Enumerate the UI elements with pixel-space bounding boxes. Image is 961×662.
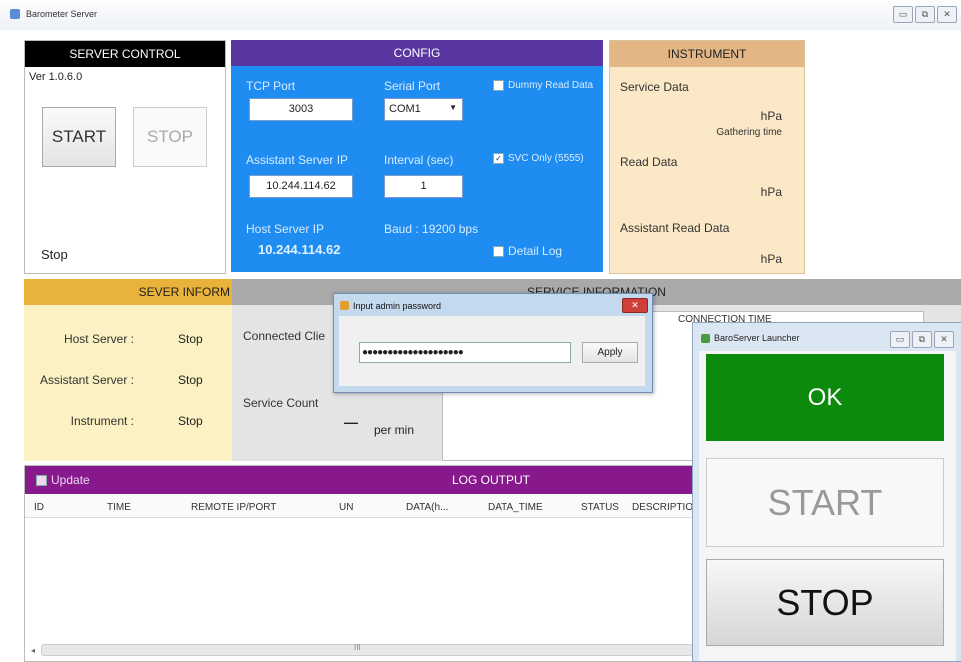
app-icon bbox=[10, 9, 20, 19]
service-count-value: — bbox=[344, 414, 358, 430]
window-title: Barometer Server bbox=[26, 9, 98, 19]
launcher-title: BaroServer Launcher bbox=[714, 333, 800, 343]
update-label: Update bbox=[51, 473, 90, 487]
dummy-read-checkbox[interactable]: Dummy Read Data bbox=[493, 80, 593, 91]
interval-input[interactable]: 1 bbox=[384, 175, 463, 198]
svc-only-label: SVC Only (5555) bbox=[508, 153, 584, 165]
assistant-server-label: Assistant Server : bbox=[39, 373, 134, 387]
service-count-label: Service Count bbox=[243, 396, 319, 410]
window-controls: ▭ ⧉ ✕ bbox=[893, 6, 957, 23]
instrument-status: Stop bbox=[178, 414, 203, 428]
instrument-header: INSTRUMENT bbox=[610, 41, 804, 67]
minimize-button[interactable]: ▭ bbox=[893, 6, 913, 23]
assistant-ip-label: Assistant Server IP bbox=[246, 153, 349, 167]
interval-label: Interval (sec) bbox=[384, 153, 454, 167]
serial-port-select[interactable]: COM1 ▼ bbox=[384, 98, 463, 121]
ok-button[interactable]: OK bbox=[706, 354, 944, 441]
log-output-title: LOG OUTPUT bbox=[452, 473, 531, 487]
checkbox-box bbox=[493, 246, 504, 258]
serial-port-value: COM1 bbox=[389, 103, 421, 115]
assistant-server-status: Stop bbox=[178, 373, 203, 387]
start-button[interactable]: START bbox=[42, 107, 116, 167]
log-column-data-time[interactable]: DATA_TIME bbox=[488, 502, 543, 513]
read-data-unit: hPa bbox=[760, 185, 782, 199]
gathering-time-label: Gathering time bbox=[716, 127, 782, 138]
update-checkbox[interactable]: Update bbox=[36, 473, 90, 487]
log-column-un[interactable]: UN bbox=[339, 502, 353, 513]
close-button[interactable]: ✕ bbox=[934, 331, 954, 348]
log-column-data[interactable]: DATA(h... bbox=[406, 502, 448, 513]
log-column-status[interactable]: STATUS bbox=[581, 502, 619, 513]
serial-port-label: Serial Port bbox=[384, 79, 441, 93]
server-info-header: SEVER INFORM bbox=[24, 279, 232, 305]
server-control-panel: SERVER CONTROL Ver 1.0.6.0 START STOP St… bbox=[24, 40, 226, 274]
detail-log-checkbox[interactable]: Detail Log bbox=[493, 244, 562, 258]
per-min-label: per min bbox=[374, 423, 415, 437]
server-info-header-text: SEVER INFORM bbox=[138, 285, 230, 299]
horizontal-scrollbar[interactable]: III bbox=[41, 643, 693, 656]
apply-button[interactable]: Apply bbox=[582, 342, 638, 363]
instrument-panel: INSTRUMENT Service Data hPa Gathering ti… bbox=[609, 40, 805, 274]
assistant-read-unit: hPa bbox=[760, 252, 782, 266]
restore-button[interactable]: ⧉ bbox=[915, 6, 935, 23]
detail-log-label: Detail Log bbox=[508, 244, 563, 258]
scroll-left-icon[interactable]: ◂ bbox=[31, 646, 35, 655]
service-data-label: Service Data bbox=[620, 80, 689, 94]
chevron-down-icon: ▼ bbox=[449, 103, 457, 112]
host-server-status: Stop bbox=[178, 332, 203, 346]
host-server-label: Host Server : bbox=[63, 332, 134, 346]
svc-only-checkbox[interactable]: ✓ SVC Only (5555) bbox=[493, 153, 584, 164]
log-column-id[interactable]: ID bbox=[34, 502, 44, 513]
read-data-label: Read Data bbox=[620, 155, 678, 169]
password-dialog-title: Input admin password bbox=[353, 301, 442, 311]
baud-label: Baud : 19200 bps bbox=[384, 222, 479, 236]
version-label: Ver 1.0.6.0 bbox=[29, 71, 83, 83]
service-data-unit: hPa bbox=[760, 109, 782, 123]
main-titlebar bbox=[0, 0, 961, 30]
host-ip-value: 10.244.114.62 bbox=[258, 242, 341, 257]
server-status-text: Stop bbox=[41, 247, 68, 262]
checkbox-box: ✓ bbox=[493, 153, 504, 164]
password-dialog: Input admin password ✕ ●●●●●●●●●●●●●●●●●… bbox=[333, 293, 653, 393]
connected-clients-label: Connected Clie bbox=[243, 329, 326, 343]
assistant-read-label: Assistant Read Data bbox=[620, 221, 730, 235]
scrollbar-grip: III bbox=[354, 643, 361, 652]
password-input[interactable]: ●●●●●●●●●●●●●●●●●●●● bbox=[359, 342, 571, 363]
minimize-button[interactable]: ▭ bbox=[890, 331, 910, 348]
checkbox-box bbox=[493, 80, 504, 91]
host-ip-label: Host Server IP bbox=[246, 222, 325, 236]
tcp-port-input[interactable]: 3003 bbox=[249, 98, 353, 121]
config-panel: CONFIG TCP Port 3003 Serial Port COM1 ▼ … bbox=[231, 40, 603, 272]
launcher-start-button[interactable]: START bbox=[706, 458, 944, 547]
log-column-time[interactable]: TIME bbox=[107, 502, 131, 513]
log-column-description[interactable]: DESCRIPTIO bbox=[632, 502, 693, 513]
close-button[interactable]: ✕ bbox=[937, 6, 957, 23]
log-column-remote-ip-port[interactable]: REMOTE IP/PORT bbox=[191, 502, 276, 513]
dialog-close-button[interactable]: ✕ bbox=[622, 298, 648, 313]
stop-button[interactable]: STOP bbox=[133, 107, 207, 167]
server-info-panel: SEVER INFORM Host Server : Stop Assistan… bbox=[24, 279, 232, 461]
instrument-label: Instrument : bbox=[70, 414, 134, 428]
checkbox-box bbox=[36, 475, 47, 487]
server-control-header: SERVER CONTROL bbox=[25, 41, 225, 67]
restore-button[interactable]: ⧉ bbox=[912, 331, 932, 348]
launcher-stop-button[interactable]: STOP bbox=[706, 559, 944, 646]
dialog-icon bbox=[340, 301, 349, 310]
launcher-window: BaroServer Launcher ▭ ⧉ ✕ OK START STOP bbox=[692, 322, 961, 662]
assistant-ip-input[interactable]: 10.244.114.62 bbox=[249, 175, 353, 198]
launcher-window-controls: ▭ ⧉ ✕ bbox=[890, 331, 954, 348]
launcher-icon bbox=[701, 334, 710, 343]
config-header: CONFIG bbox=[231, 40, 603, 66]
dummy-read-label: Dummy Read Data bbox=[508, 80, 594, 92]
tcp-port-label: TCP Port bbox=[246, 79, 296, 93]
